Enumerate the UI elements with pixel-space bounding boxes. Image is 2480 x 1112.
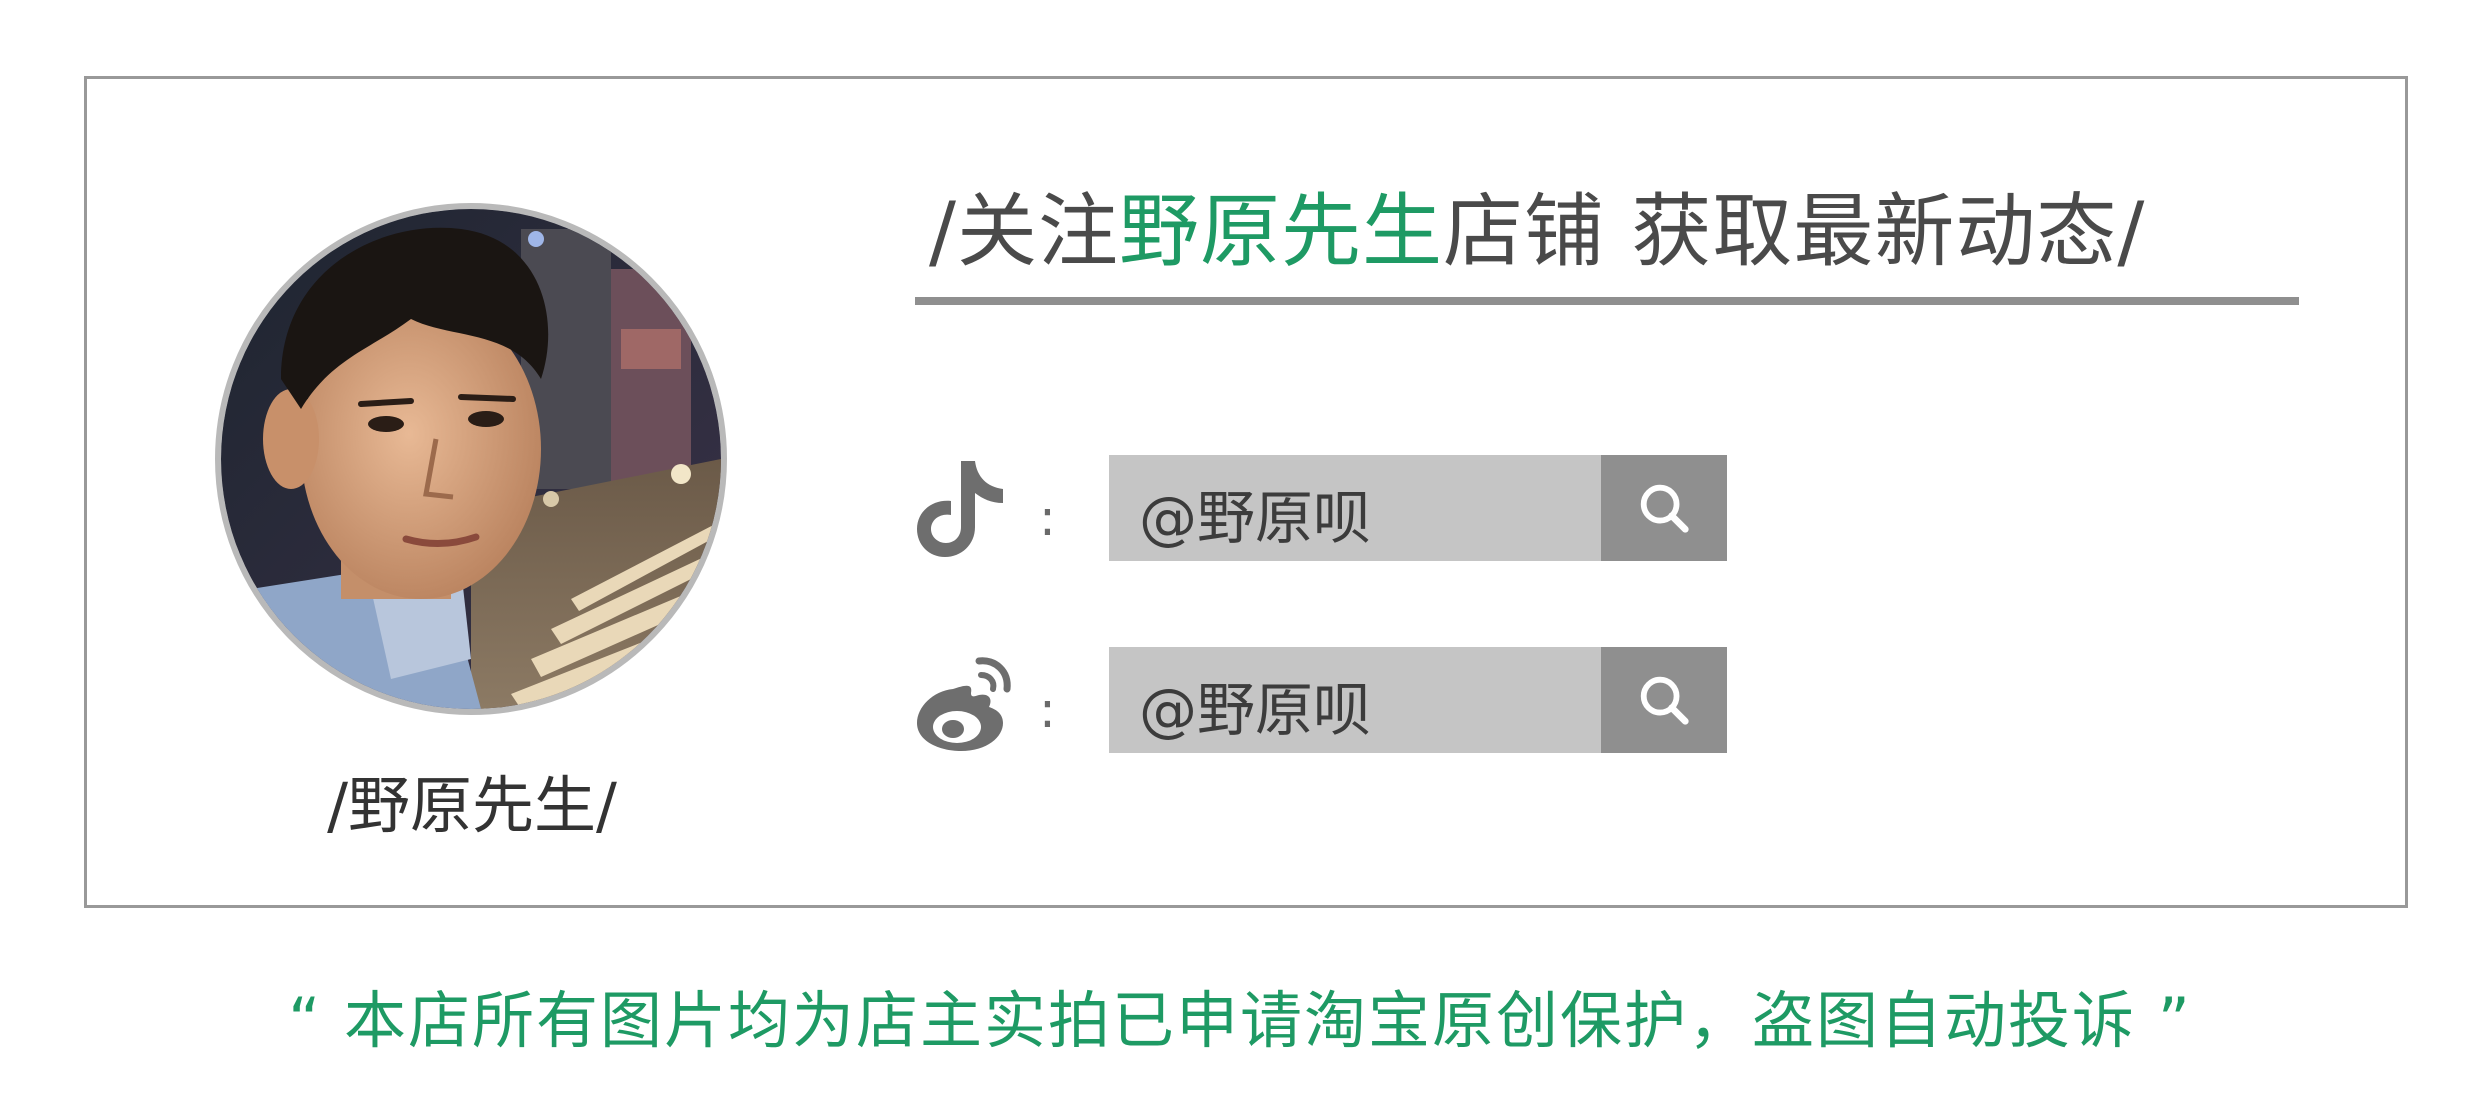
avatar — [215, 203, 727, 715]
avatar-photo — [221, 209, 721, 709]
avatar-caption: /野原先生/ — [327, 769, 617, 842]
separator: : — [1039, 489, 1056, 547]
douyin-row: : @野原呗 — [913, 455, 1733, 563]
weibo-search-button[interactable] — [1601, 647, 1727, 753]
headline-suffix: 店铺 获取最新动态/ — [1442, 185, 2146, 278]
separator: : — [1039, 681, 1056, 739]
headline-accent: 野原先生 — [1118, 185, 1443, 278]
douyin-search-button[interactable] — [1601, 455, 1727, 561]
weibo-icon — [913, 647, 1013, 755]
weibo-row: : @野原呗 — [913, 647, 1733, 755]
douyin-handle: @野原呗 — [1139, 484, 1372, 552]
search-icon — [1640, 484, 1689, 533]
douyin-icon — [913, 455, 1013, 563]
headline: /关注野原先生店铺 获取最新动态/ — [929, 167, 2145, 283]
follow-card: /野原先生/ /关注野原先生店铺 获取最新动态/ : @野原呗: @野原呗 — [84, 76, 2408, 908]
copyright-notice: “ 本店所有图片均为店主实拍已申请淘宝原创保护，盗图自动投诉 ” — [288, 984, 2192, 1057]
headline-prefix: /关注 — [929, 185, 1119, 278]
weibo-handle-field[interactable]: @野原呗 — [1109, 647, 1601, 753]
douyin-handle-field[interactable]: @野原呗 — [1109, 455, 1601, 561]
search-icon — [1640, 676, 1689, 725]
headline-divider — [915, 297, 2299, 305]
weibo-handle: @野原呗 — [1139, 676, 1372, 744]
